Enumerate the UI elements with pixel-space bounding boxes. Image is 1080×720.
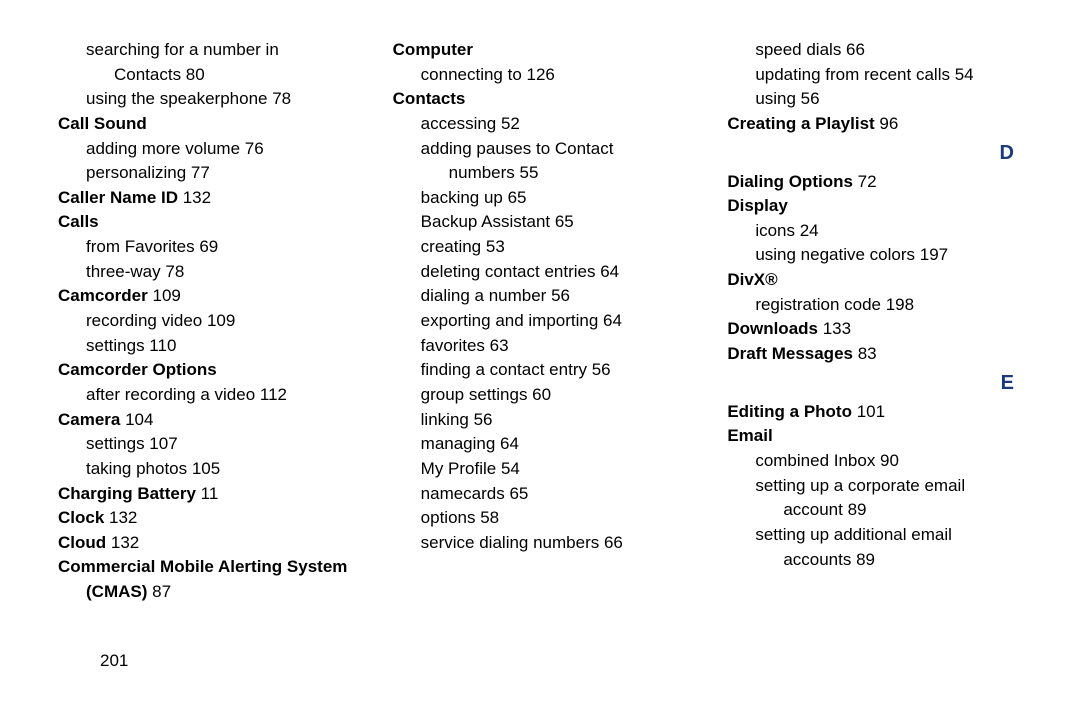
index-term: DivX® (727, 268, 1022, 293)
index-term: Draft Messages 83 (727, 342, 1022, 367)
index-subentry: accounts 89 (727, 548, 1022, 573)
index-term: Computer (393, 38, 688, 63)
index-term: Editing a Photo 101 (727, 400, 1022, 425)
index-subentry: account 89 (727, 498, 1022, 523)
index-term: Downloads 133 (727, 317, 1022, 342)
index-subentry: group settings 60 (393, 383, 688, 408)
index-col-2: Computerconnecting to 126Contactsaccessi… (393, 38, 688, 555)
page-number: 201 (100, 649, 128, 674)
index-subentry: My Profile 54 (393, 457, 688, 482)
index-subentry: using the speakerphone 78 (58, 87, 353, 112)
index-columns: searching for a number in Contacts 80usi… (58, 38, 1022, 618)
index-subentry: connecting to 126 (393, 63, 688, 88)
index-term: Email (727, 424, 1022, 449)
index-term: Clock 132 (58, 506, 353, 531)
index-subentry: registration code 198 (727, 293, 1022, 318)
index-subentry: recording video 109 (58, 309, 353, 334)
index-term: Commercial Mobile Alerting System (58, 555, 353, 580)
index-subentry: finding a contact entry 56 (393, 358, 688, 383)
index-subentry: searching for a number in (58, 38, 353, 63)
index-subentry: managing 64 (393, 432, 688, 457)
index-term: Camcorder Options (58, 358, 353, 383)
index-subentry: after recording a video 112 (58, 383, 353, 408)
index-subentry: updating from recent calls 54 (727, 63, 1022, 88)
index-subentry: dialing a number 56 (393, 284, 688, 309)
index-subentry: using negative colors 197 (727, 243, 1022, 268)
index-subentry: icons 24 (727, 219, 1022, 244)
index-subentry: setting up additional email (727, 523, 1022, 548)
index-subentry: adding more volume 76 (58, 137, 353, 162)
index-subentry: settings 107 (58, 432, 353, 457)
index-subentry: speed dials 66 (727, 38, 1022, 63)
index-term: Camera 104 (58, 408, 353, 433)
index-term: Cloud 132 (58, 531, 353, 556)
index-subentry: options 58 (393, 506, 688, 531)
index-term: Dialing Options 72 (727, 170, 1022, 195)
index-subentry: Backup Assistant 65 (393, 210, 688, 235)
index-term: Camcorder 109 (58, 284, 353, 309)
index-subentry: numbers 55 (393, 161, 688, 186)
index-section-letter-e: E (727, 369, 1022, 398)
index-subentry: (CMAS) 87 (58, 580, 353, 605)
index-subentry: deleting contact entries 64 (393, 260, 688, 285)
index-term: Charging Battery 11 (58, 482, 353, 507)
index-subentry: taking photos 105 (58, 457, 353, 482)
index-subentry: settings 110 (58, 334, 353, 359)
index-subentry: accessing 52 (393, 112, 688, 137)
index-subentry: service dialing numbers 66 (393, 531, 688, 556)
index-subentry: namecards 65 (393, 482, 688, 507)
index-col-1: searching for a number in Contacts 80usi… (58, 38, 353, 605)
index-subentry: exporting and importing 64 (393, 309, 688, 334)
index-subentry: backing up 65 (393, 186, 688, 211)
index-subentry: from Favorites 69 (58, 235, 353, 260)
index-term: Contacts (393, 87, 688, 112)
index-subentry: using 56 (727, 87, 1022, 112)
index-subentry: setting up a corporate email (727, 474, 1022, 499)
index-term: Calls (58, 210, 353, 235)
index-term: Caller Name ID 132 (58, 186, 353, 211)
index-term: Call Sound (58, 112, 353, 137)
index-term: Creating a Playlist 96 (727, 112, 1022, 137)
index-col-3: speed dials 66updating from recent calls… (727, 38, 1022, 572)
index-term: Display (727, 194, 1022, 219)
index-subentry: creating 53 (393, 235, 688, 260)
index-subentry: combined Inbox 90 (727, 449, 1022, 474)
index-subentry: adding pauses to Contact (393, 137, 688, 162)
index-section-letter-d: D (727, 139, 1022, 168)
index-subentry: linking 56 (393, 408, 688, 433)
index-subentry: favorites 63 (393, 334, 688, 359)
index-subentry: personalizing 77 (58, 161, 353, 186)
index-subentry: Contacts 80 (58, 63, 353, 88)
index-subentry: three-way 78 (58, 260, 353, 285)
